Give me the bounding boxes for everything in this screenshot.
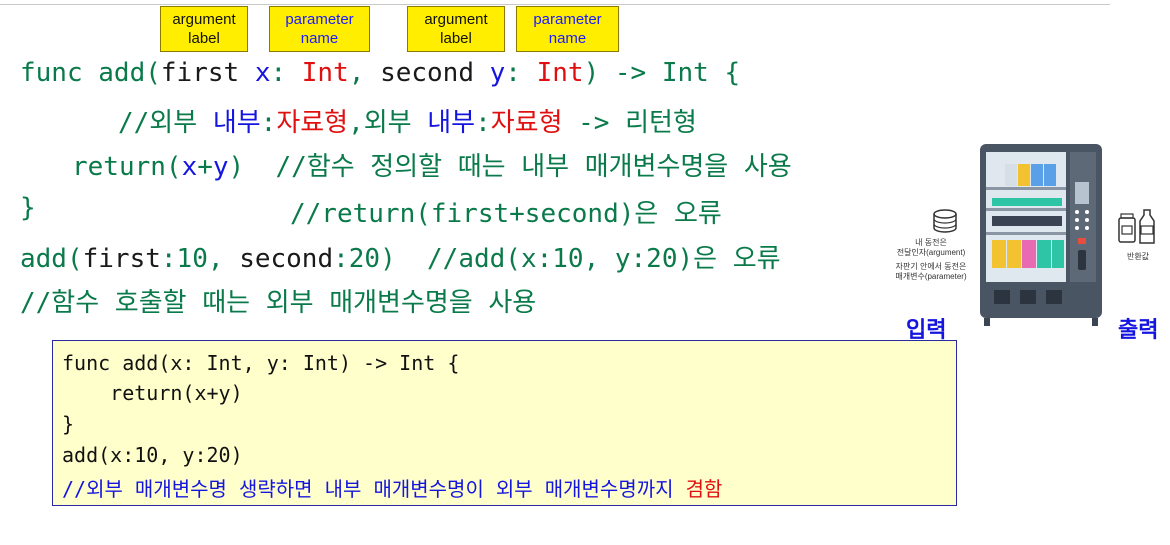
code-token: //외부 [118, 108, 213, 138]
code-token: first [82, 244, 161, 274]
code-token: 자료형 [490, 108, 563, 138]
input-label: 입력 [906, 317, 947, 342]
code-token: : [270, 58, 302, 88]
slot-caption: 자판기 안에서 동전은 매개변수(parameter) [894, 262, 968, 282]
code-line-5: add(first:10, second:20) //add(x:10, y:2… [20, 238, 781, 275]
code-line-1: func add(first x: Int, second y: Int) ->… [20, 58, 740, 88]
slot-caption-line: 자판기 안에서 동전은 [895, 262, 967, 271]
code-token: :10, [160, 244, 240, 274]
code-token: y [489, 58, 506, 88]
box-comment: //외부 매개변수명 생략하면 내부 매개변수명이 외부 매개변수명까지 [62, 477, 686, 501]
code-token: ,외부 [348, 108, 428, 138]
code-token: return( [72, 152, 182, 182]
callout-line: name [548, 30, 587, 47]
coin-stack-icon [933, 209, 957, 233]
callout-line: argument [172, 11, 236, 28]
code-line-3: return(x+y) //함수 정의할 때는 내부 매개변수명을 사용 [72, 146, 792, 183]
code-token: second [380, 58, 490, 88]
box-line-5: //외부 매개변수명 생략하면 내부 매개변수명이 외부 매개변수명까지 겸함 [62, 473, 722, 502]
code-line-4a: } [20, 193, 36, 223]
slot-caption-line: 매개변수(parameter) [895, 272, 967, 281]
box-line-3: } [62, 412, 75, 436]
callout-line: parameter [285, 11, 354, 28]
box-line-4: add(x:10, y:20) [62, 443, 243, 467]
code-token: Int [301, 58, 349, 88]
callout-line: argument [424, 11, 488, 28]
code-token: -> 리턴형 [562, 108, 697, 138]
return-caption: 반환값 [1126, 252, 1150, 261]
callout-argument-label-2: argument label [407, 6, 505, 52]
code-token: first [160, 58, 255, 88]
code-token: x [181, 152, 198, 182]
callout-parameter-name-2: parameter name [516, 6, 619, 52]
code-token: : [260, 108, 277, 138]
callout-line: parameter [533, 11, 602, 28]
code-token: add( [20, 244, 83, 274]
code-token: , [348, 58, 381, 88]
callout-line: label [440, 30, 472, 47]
coin-caption: 내 동전은 전달인자(argument) [896, 238, 966, 258]
box-line-2: return(x+y) [62, 381, 243, 405]
code-token: 내부 [427, 108, 476, 138]
callout-argument-label-1: argument label [160, 6, 248, 52]
drinks-icon [1118, 209, 1155, 244]
code-token: : [505, 58, 537, 88]
code-token: y [212, 152, 229, 182]
code-line-6: //함수 호출할 때는 외부 매개변수명을 사용 [20, 288, 537, 318]
vending-machine-icon [980, 144, 1102, 326]
coin-caption-line: 내 동전은 [915, 238, 947, 247]
callout-parameter-name-1: parameter name [269, 6, 370, 52]
top-divider [0, 4, 1110, 5]
code-token: x [254, 58, 271, 88]
code-token: :20) //add(x:10, y:20)은 오류 [333, 244, 781, 274]
code-line-2: //외부 내부:자료형,외부 내부:자료형 -> 리턴형 [118, 102, 697, 139]
code-token: + [197, 152, 213, 182]
example-code-box: func add(x: Int, y: Int) -> Int { return… [52, 340, 957, 506]
code-token: : [475, 108, 491, 138]
code-token: 내부 [212, 108, 261, 138]
code-token: ) -> Int { [583, 58, 741, 88]
coin-caption-line: 전달인자(argument) [896, 248, 966, 257]
code-token: func add( [20, 58, 161, 88]
callout-line: name [300, 30, 339, 47]
code-token: second [239, 244, 334, 274]
box-line-1: func add(x: Int, y: Int) -> Int { [62, 351, 460, 375]
code-token: Int [536, 58, 584, 88]
code-line-4b: //return(first+second)은 오류 [290, 199, 722, 229]
code-token: 자료형 [276, 108, 349, 138]
box-comment-highlight: 겸함 [685, 477, 723, 501]
code-token: ) //함수 정의할 때는 내부 매개변수명을 사용 [228, 152, 792, 182]
output-label: 출력 [1118, 317, 1159, 342]
callout-line: label [188, 30, 220, 47]
